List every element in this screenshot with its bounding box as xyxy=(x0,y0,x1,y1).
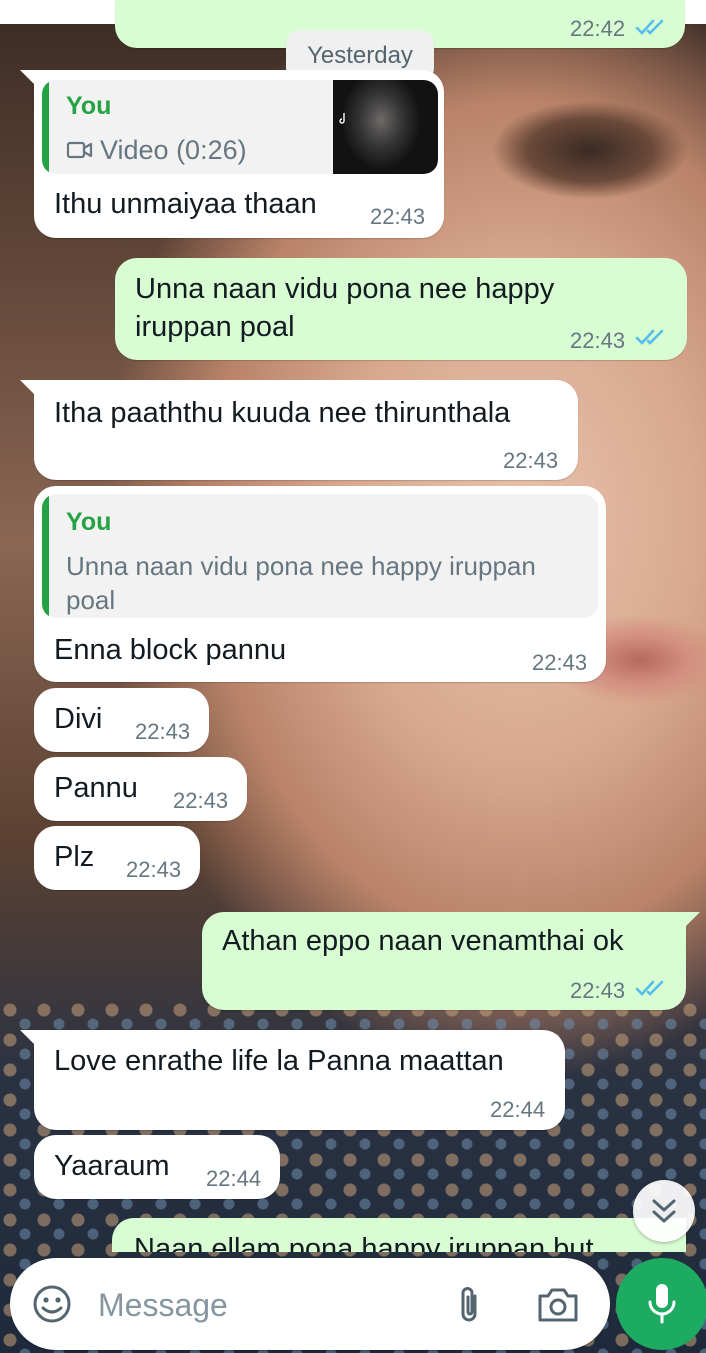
message-time: 22:42 xyxy=(570,16,626,41)
message-incoming[interactable]: Itha paaththu kuuda nee thirunthala 22:4… xyxy=(20,380,578,480)
message-composer xyxy=(10,1258,610,1350)
chevron-down-double-icon xyxy=(652,1199,676,1223)
video-icon xyxy=(66,141,93,159)
tiktok-icon xyxy=(339,113,345,124)
message-time: 22:43 xyxy=(173,788,229,813)
message-text: Ithu unmaiyaa thaan xyxy=(54,188,317,220)
message-time: 22:43 xyxy=(570,978,626,1003)
message-text: Itha paaththu kuuda nee thirunthala xyxy=(54,397,511,429)
message-incoming[interactable]: Divi 22:43 xyxy=(34,688,209,752)
message-text: Divi xyxy=(54,703,103,735)
message-incoming[interactable]: You Unna naan vidu pona nee happy iruppa… xyxy=(34,486,606,682)
message-time: 22:43 xyxy=(570,328,626,353)
message-text: Athan eppo naan venamthai ok xyxy=(222,925,624,957)
message-outgoing[interactable]: Athan eppo naan venamthai ok 22:43 xyxy=(202,912,700,1010)
read-receipt-icon xyxy=(635,19,664,35)
message-text: Enna block pannu xyxy=(54,634,287,666)
camera-icon[interactable] xyxy=(536,1286,580,1324)
message-input[interactable] xyxy=(96,1278,430,1332)
message-text-line1: Unna naan vidu pona nee happy xyxy=(135,273,555,305)
message-incoming[interactable]: Love enrathe life la Panna maattan 22:44 xyxy=(20,1030,565,1130)
message-time: 22:44 xyxy=(490,1097,546,1122)
reply-quote-bar xyxy=(42,80,49,174)
voice-message-button[interactable] xyxy=(616,1258,706,1350)
message-incoming[interactable]: Pannu 22:43 xyxy=(34,757,247,821)
message-time: 22:43 xyxy=(126,857,182,882)
reply-quote[interactable]: You Unna naan vidu pona nee happy iruppa… xyxy=(42,494,598,618)
reply-text: Video (0:26) xyxy=(100,135,247,165)
message-incoming[interactable]: You Video (0:26) Ithu unmaiyaa thaan 22:… xyxy=(20,70,444,238)
emoji-icon[interactable] xyxy=(32,1284,72,1324)
message-time: 22:43 xyxy=(135,719,191,744)
message-text: Pannu xyxy=(54,772,138,804)
reply-quote-bar xyxy=(42,494,49,618)
reply-author: You xyxy=(66,508,112,536)
read-receipt-icon xyxy=(635,329,664,345)
reply-quote[interactable]: You Video (0:26) xyxy=(42,80,438,174)
reply-author: You xyxy=(66,92,112,120)
reply-text-line1: Unna naan vidu pona nee happy iruppan xyxy=(66,551,536,581)
mic-icon xyxy=(648,1284,676,1324)
message-time: 22:43 xyxy=(503,448,559,473)
reply-text-line2: poal xyxy=(66,585,116,615)
message-text: Naan ellam pona happy iruppan but xyxy=(134,1233,594,1252)
message-incoming[interactable]: Yaaraum 22:44 xyxy=(34,1135,280,1199)
message-outgoing-partial[interactable]: Naan ellam pona happy iruppan but xyxy=(112,1218,686,1252)
video-thumbnail[interactable] xyxy=(333,80,438,174)
message-time: 22:43 xyxy=(532,650,588,675)
message-time: 22:43 xyxy=(370,204,426,229)
message-outgoing[interactable]: Unna naan vidu pona nee happy iruppan po… xyxy=(115,258,687,360)
message-text-line2: iruppan poal xyxy=(135,311,295,343)
message-text: Plz xyxy=(54,841,95,873)
message-text: Love enrathe life la Panna maattan xyxy=(54,1045,504,1077)
read-receipt-icon xyxy=(635,980,664,996)
message-time: 22:44 xyxy=(206,1166,262,1191)
attach-icon[interactable] xyxy=(454,1284,484,1326)
message-outgoing-partial-clip: Naan ellam pona happy iruppan but xyxy=(112,1218,688,1252)
message-incoming[interactable]: Plz 22:43 xyxy=(34,826,200,890)
scroll-to-bottom-button[interactable] xyxy=(633,1180,695,1242)
message-text: Yaaraum xyxy=(54,1150,170,1182)
